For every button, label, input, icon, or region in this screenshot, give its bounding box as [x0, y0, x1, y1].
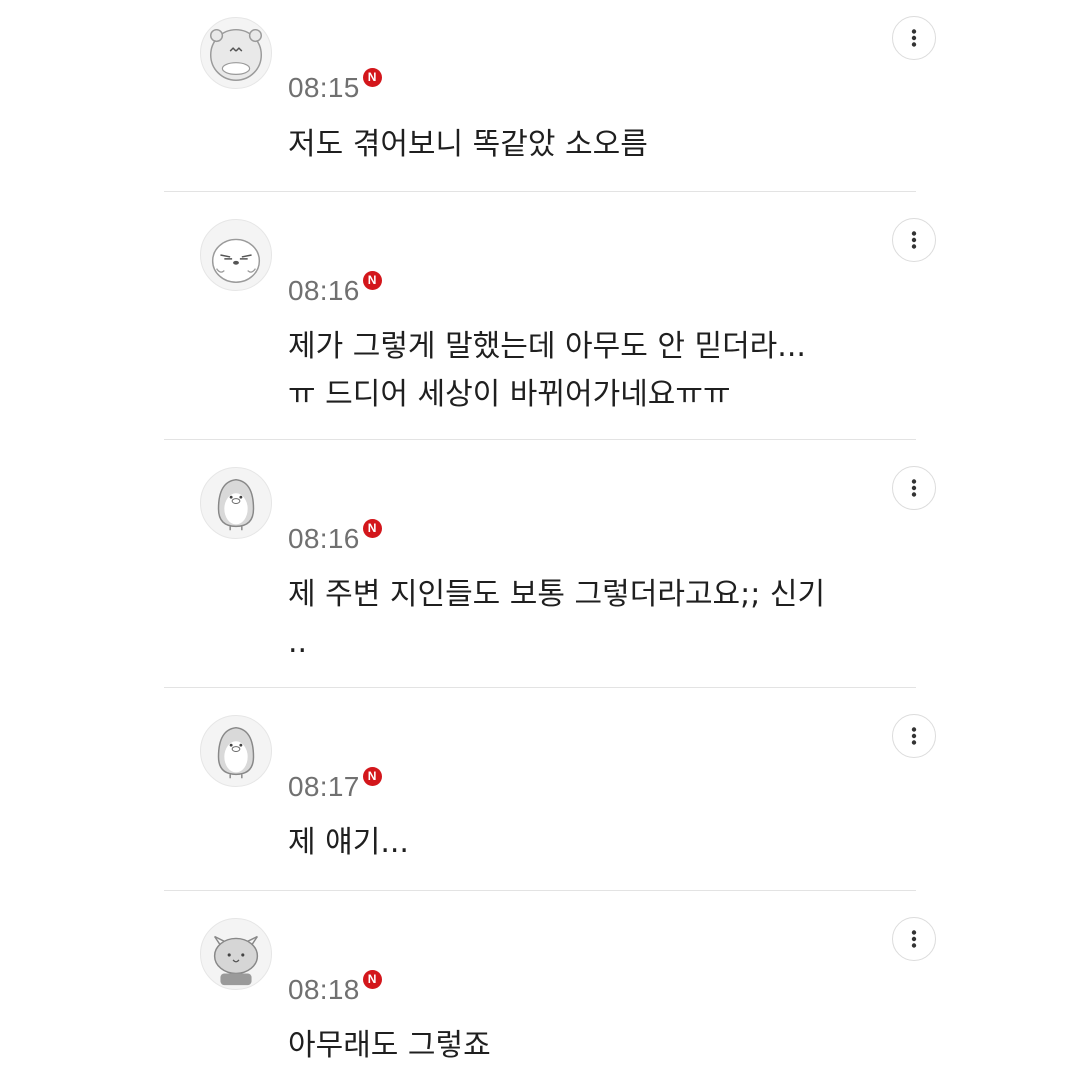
- hamster-avatar-icon[interactable]: [200, 17, 272, 89]
- comment-time: 08:16: [288, 523, 360, 554]
- comment-text: 제가 그렇게 말했는데 아무도 안 믿더라... ㅠ 드디어 세상이 바뀌어가네…: [288, 329, 806, 412]
- comment-meta: 08:16 N: [288, 519, 382, 555]
- comment-item: 08:15 N 저도 겪어보니 똑같았 소오름: [164, 0, 936, 190]
- new-badge: N: [362, 767, 382, 786]
- comment-time: 08:18: [288, 974, 360, 1005]
- more-options-button[interactable]: [892, 714, 936, 758]
- more-options-button[interactable]: [892, 466, 936, 510]
- comment-item: 08:16 N 제 주변 지인들도 보통 그렇더라고요;; 신기 ..: [164, 440, 936, 687]
- more-options-button[interactable]: [892, 218, 936, 262]
- comment-meta: 08:15 N: [288, 68, 382, 104]
- comment-item: 08:17 N 제 얘기...: [164, 688, 936, 890]
- penguin-avatar-icon[interactable]: [200, 715, 272, 787]
- comment-text: 아무래도 그렇죠: [288, 1028, 491, 1063]
- more-options-button[interactable]: [892, 917, 936, 961]
- new-badge: N: [362, 970, 382, 989]
- new-badge: N: [362, 271, 382, 290]
- comment-item: 08:16 N 제가 그렇게 말했는데 아무도 안 믿더라... ㅠ 드디어 세…: [164, 192, 936, 439]
- more-vertical-icon: [911, 29, 917, 47]
- more-vertical-icon: [911, 231, 917, 249]
- comment-text: 제 주변 지인들도 보통 그렇더라고요;; 신기 ..: [288, 577, 826, 660]
- more-options-button[interactable]: [892, 16, 936, 60]
- penguin-avatar-icon[interactable]: [200, 467, 272, 539]
- comment-meta: 08:17 N: [288, 767, 382, 803]
- comment-text: 저도 겪어보니 똑같았 소오름: [288, 127, 648, 162]
- comment-text: 제 얘기...: [288, 825, 409, 860]
- new-badge: N: [362, 519, 382, 538]
- new-badge: N: [362, 68, 382, 87]
- comment-time: 08:17: [288, 771, 360, 802]
- comment-meta: 08:16 N: [288, 271, 382, 307]
- comment-time: 08:15: [288, 72, 360, 103]
- comment-meta: 08:18 N: [288, 970, 382, 1006]
- comment-time: 08:16: [288, 275, 360, 306]
- more-vertical-icon: [911, 727, 917, 745]
- cat-avatar-icon[interactable]: [200, 918, 272, 990]
- more-vertical-icon: [911, 479, 917, 497]
- more-vertical-icon: [911, 930, 917, 948]
- comment-item: 08:18 N 아무래도 그렇죠: [164, 891, 936, 1080]
- seal-avatar-icon[interactable]: [200, 219, 272, 291]
